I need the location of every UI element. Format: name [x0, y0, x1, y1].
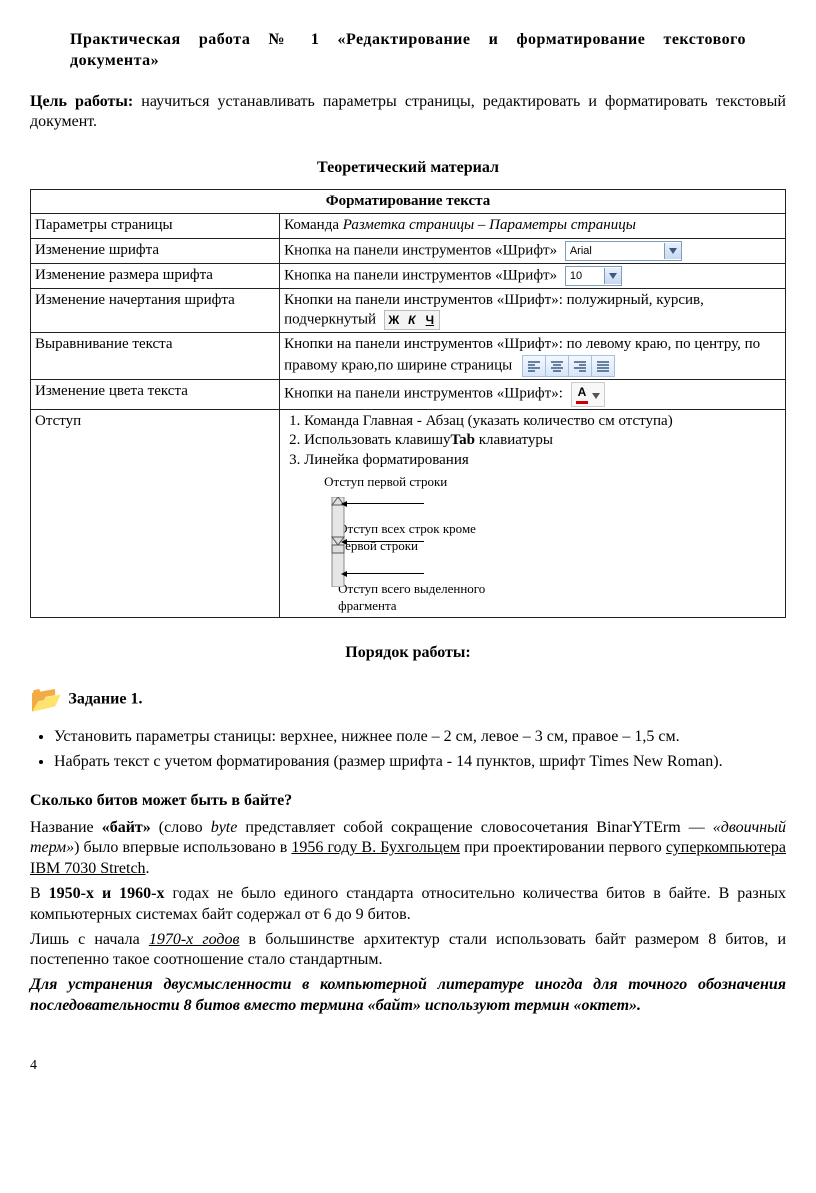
paragraph: Лишь с начала 1970-х годов в большинстве…: [30, 930, 786, 972]
document-title: Практическая работа № 1 «Редактирование …: [70, 30, 746, 72]
table-row: Отступ Команда Главная - Абзац (указать …: [31, 409, 786, 617]
cell-label: Изменение цвета текста: [31, 379, 280, 409]
cell-label: Отступ: [31, 409, 280, 617]
table-row: Изменение размера шрифта Кнопка на панел…: [31, 263, 786, 288]
align-right-icon[interactable]: [569, 356, 592, 376]
folder-icon: 📂: [30, 684, 62, 714]
table-header: Форматирование текста: [31, 189, 786, 214]
font-dropdown-value: Arial: [566, 244, 664, 258]
goal-text: научиться устанавливать параметры страни…: [30, 93, 786, 131]
size-dropdown-value: 10: [566, 269, 604, 283]
goal: Цель работы: научиться устанавливать пар…: [30, 92, 786, 134]
table-row: Выравнивание текста Кнопки на панели инс…: [31, 333, 786, 380]
ruler-note-1: Отступ первой строки: [324, 474, 781, 491]
paragraph-emphasis: Для устранения двусмысленности в компьют…: [30, 975, 786, 1017]
cell-label: Выравнивание текста: [31, 333, 280, 380]
formatting-table: Форматирование текста Параметры страницы…: [30, 189, 786, 618]
list-item: Установить параметры станицы: верхнее, н…: [54, 727, 786, 748]
chevron-down-icon[interactable]: [592, 388, 600, 404]
align-justify-icon[interactable]: [592, 356, 614, 376]
list-item: Использовать клавишуTab клавиатуры: [304, 431, 781, 451]
ruler-diagram: [324, 497, 524, 587]
alignment-buttons[interactable]: [522, 355, 615, 377]
font-dropdown[interactable]: Arial: [565, 241, 682, 261]
table-row: Изменение цвета текста Кнопки на панели …: [31, 379, 786, 409]
font-color-button[interactable]: А: [571, 382, 606, 407]
chevron-down-icon[interactable]: [664, 243, 681, 259]
table-row: Изменение шрифта Кнопка на панели инстру…: [31, 238, 786, 263]
cell-value: Кнопки на панели инструментов «Шрифт»: п…: [280, 288, 786, 333]
paragraph: Название «байт» (слово byte представляет…: [30, 818, 786, 880]
cell-label: Изменение размера шрифта: [31, 263, 280, 288]
italic-button[interactable]: К: [403, 311, 421, 329]
cell-label: Изменение начертания шрифта: [31, 288, 280, 333]
page-number: 4: [30, 1057, 786, 1075]
table-row: Параметры страницы Команда Разметка стра…: [31, 214, 786, 239]
font-color-icon: А: [576, 385, 589, 404]
cell-value: Команда Главная - Абзац (указать количес…: [280, 409, 786, 617]
cell-value: Кнопки на панели инструментов «Шрифт»: п…: [280, 333, 786, 380]
list-item: Набрать текст с учетом форматирования (р…: [54, 752, 786, 773]
table-row: Изменение начертания шрифта Кнопки на па…: [31, 288, 786, 333]
paragraph: В 1950-х и 1960-х годах не было единого …: [30, 884, 786, 926]
cell-value: Кнопки на панели инструментов «Шрифт»: А: [280, 379, 786, 409]
question-heading: Сколько битов может быть в байте?: [30, 791, 786, 812]
chevron-down-icon[interactable]: [604, 268, 621, 284]
cell-value: Кнопка на панели инструментов «Шрифт» 10: [280, 263, 786, 288]
cell-value: Кнопка на панели инструментов «Шрифт» Ar…: [280, 238, 786, 263]
list-item: Команда Главная - Абзац (указать количес…: [304, 412, 781, 432]
bold-italic-underline-buttons[interactable]: Ж К Ч: [384, 310, 440, 330]
cell-label: Изменение шрифта: [31, 238, 280, 263]
goal-label: Цель работы:: [30, 93, 133, 110]
cell-label: Параметры страницы: [31, 214, 280, 239]
align-left-icon[interactable]: [523, 356, 546, 376]
section-theory: Теоретический материал: [30, 158, 786, 179]
task-1-header: 📂Задание 1.: [30, 683, 786, 717]
cell-value: Команда Разметка страницы – Параметры ст…: [280, 214, 786, 239]
list-item: Линейка форматирования: [304, 451, 781, 471]
section-procedure: Порядок работы:: [30, 643, 786, 664]
underline-button[interactable]: Ч: [421, 311, 439, 329]
size-dropdown[interactable]: 10: [565, 266, 622, 286]
bold-button[interactable]: Ж: [385, 311, 403, 329]
task-bullets: Установить параметры станицы: верхнее, н…: [30, 727, 786, 773]
align-center-icon[interactable]: [546, 356, 569, 376]
